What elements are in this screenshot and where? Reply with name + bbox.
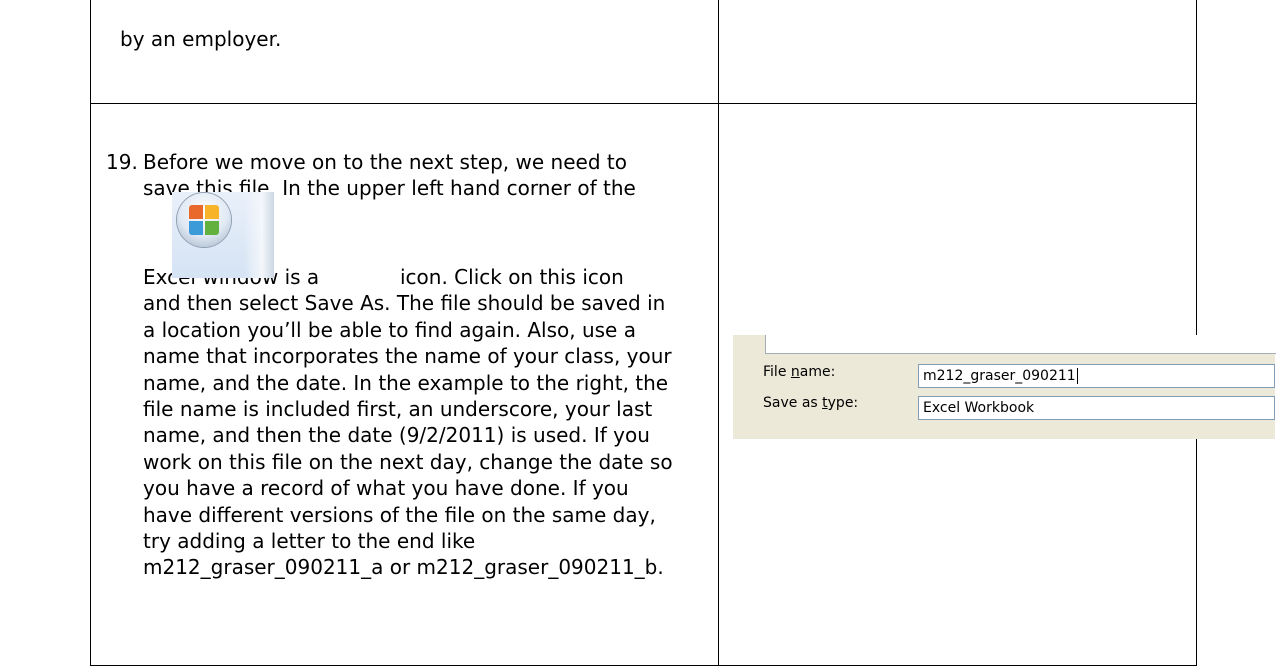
step-line: have different versions of the file on t… [143,503,656,527]
step-line: and then select Save As. The file should… [143,291,666,315]
step-number: 19. [106,150,138,174]
step-line: file name is included first, an undersco… [143,397,653,421]
step-line: name that incorporates the name of your … [143,344,672,368]
table-border-left [90,0,91,666]
row1-text: by an employer. [120,27,282,51]
office-button-icon [172,192,274,278]
step-line: Before we move on to the next step, we n… [143,150,627,174]
save-as-dialog-crop: File name: m212_graser_090211 Save as ty… [733,335,1276,439]
file-list-frame [765,335,1276,354]
file-name-field[interactable]: m212_graser_090211 [918,364,1275,388]
save-as-type-value: Excel Workbook [923,400,1035,416]
step-line: try adding a letter to the end like [143,529,476,553]
office-button-edge [244,192,274,278]
table-border-right [1196,0,1197,666]
step-line: you have a record of what you have done.… [143,476,629,500]
table-row-divider [90,103,1197,104]
step-line: name, and the date. In the example to th… [143,371,669,395]
step-line: work on this file on the next day, chang… [143,450,673,474]
text-caret [1076,368,1078,384]
step-line: a location you’ll be able to find again.… [143,318,636,342]
file-name-value: m212_graser_090211 [923,368,1076,384]
table-border-middle [718,0,719,666]
step-line: icon. Click on this icon [400,265,624,289]
file-name-label: File name: [763,364,836,380]
save-as-type-select[interactable]: Excel Workbook [918,396,1275,420]
office-logo-icon [189,205,219,235]
step-line: name, and then the date (9/2/2011) is us… [143,423,650,447]
step-line: m212_graser_090211_a or m212_graser_0902… [143,555,664,579]
save-as-type-label: Save as type: [763,395,859,411]
